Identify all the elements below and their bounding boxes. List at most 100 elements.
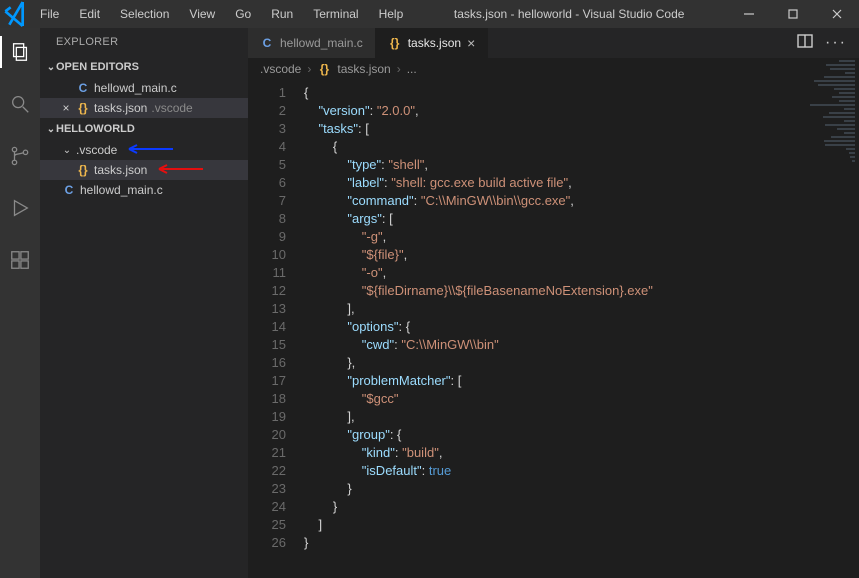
tree-folder[interactable]: ⌄.vscode xyxy=(40,140,248,160)
line-number: 24 xyxy=(248,498,286,516)
code-line[interactable]: "label": "shell: gcc.exe build active fi… xyxy=(304,174,859,192)
split-editor-icon[interactable] xyxy=(797,33,813,54)
minimap[interactable] xyxy=(803,58,855,178)
line-number: 1 xyxy=(248,84,286,102)
line-number: 17 xyxy=(248,372,286,390)
code-line[interactable]: "tasks": [ xyxy=(304,120,859,138)
line-number: 13 xyxy=(248,300,286,318)
open-editor-item[interactable]: ×{}tasks.json .vscode xyxy=(40,98,248,118)
json-file-icon: {} xyxy=(317,62,331,76)
open-editors-label: OPEN EDITORS xyxy=(56,61,139,73)
menu-view[interactable]: View xyxy=(181,3,223,25)
code-line[interactable]: "type": "shell", xyxy=(304,156,859,174)
code-editor[interactable]: 1234567891011121314151617181920212223242… xyxy=(248,80,859,578)
debug-icon[interactable] xyxy=(6,194,34,222)
code-line[interactable]: "-o", xyxy=(304,264,859,282)
code-line[interactable]: } xyxy=(304,534,859,552)
tab-label: tasks.json xyxy=(408,36,461,50)
code-line[interactable]: "${fileDirname}\\${fileBasenameNoExtensi… xyxy=(304,282,859,300)
line-number-gutter: 1234567891011121314151617181920212223242… xyxy=(248,80,296,578)
title-bar: FileEditSelectionViewGoRunTerminalHelp t… xyxy=(0,0,859,28)
line-number: 2 xyxy=(248,102,286,120)
code-line[interactable]: ], xyxy=(304,300,859,318)
tab-label: hellowd_main.c xyxy=(280,36,363,50)
branch-icon[interactable] xyxy=(6,142,34,170)
files-icon[interactable] xyxy=(6,38,34,66)
code-line[interactable]: "group": { xyxy=(304,426,859,444)
line-number: 9 xyxy=(248,228,286,246)
close-icon[interactable]: × xyxy=(60,101,72,115)
json-file-icon: {} xyxy=(388,36,402,50)
code-line[interactable]: ], xyxy=(304,408,859,426)
c-file-icon: C xyxy=(260,36,274,50)
breadcrumb-item[interactable]: ... xyxy=(407,62,417,76)
code-line[interactable]: { xyxy=(304,138,859,156)
tree-file[interactable]: Chellowd_main.c xyxy=(40,180,248,200)
code-line[interactable]: } xyxy=(304,498,859,516)
line-number: 20 xyxy=(248,426,286,444)
code-line[interactable]: "problemMatcher": [ xyxy=(304,372,859,390)
code-line[interactable]: "kind": "build", xyxy=(304,444,859,462)
line-number: 16 xyxy=(248,354,286,372)
code-line[interactable]: "${file}", xyxy=(304,246,859,264)
annotation-arrow-icon xyxy=(151,163,205,177)
vscode-logo-icon xyxy=(0,0,32,30)
code-line[interactable]: ] xyxy=(304,516,859,534)
code-line[interactable]: "args": [ xyxy=(304,210,859,228)
menu-run[interactable]: Run xyxy=(263,3,301,25)
code-line[interactable]: "version": "2.0.0", xyxy=(304,102,859,120)
breadcrumb[interactable]: .vscode›{}tasks.json›... xyxy=(248,58,859,80)
activity-bar xyxy=(0,28,40,578)
line-number: 4 xyxy=(248,138,286,156)
line-number: 3 xyxy=(248,120,286,138)
line-number: 5 xyxy=(248,156,286,174)
code-line[interactable]: "command": "C:\\MinGW\\bin\\gcc.exe", xyxy=(304,192,859,210)
code-content[interactable]: { "version": "2.0.0", "tasks": [ { "type… xyxy=(296,80,859,578)
menu-file[interactable]: File xyxy=(32,3,67,25)
line-number: 14 xyxy=(248,318,286,336)
menu-go[interactable]: Go xyxy=(227,3,259,25)
line-number: 18 xyxy=(248,390,286,408)
line-number: 7 xyxy=(248,192,286,210)
tree-item-label: tasks.json xyxy=(94,163,147,177)
menu-help[interactable]: Help xyxy=(371,3,412,25)
breadcrumb-item[interactable]: tasks.json xyxy=(337,62,390,76)
menu-edit[interactable]: Edit xyxy=(71,3,108,25)
editor-area: Chellowd_main.c {} tasks.json × ··· .vscode… xyxy=(248,28,859,578)
tree-file[interactable]: {}tasks.json xyxy=(40,160,248,180)
chevron-down-icon: ⌄ xyxy=(46,124,56,135)
menu-selection[interactable]: Selection xyxy=(112,3,177,25)
open-editors-header[interactable]: ⌄ OPEN EDITORS xyxy=(40,56,248,78)
json-file-icon: {} xyxy=(76,101,90,115)
open-editor-item[interactable]: Chellowd_main.c xyxy=(40,78,248,98)
line-number: 25 xyxy=(248,516,286,534)
line-number: 12 xyxy=(248,282,286,300)
c-file-icon: C xyxy=(62,183,76,197)
window-restore-button[interactable] xyxy=(771,0,815,28)
menu-terminal[interactable]: Terminal xyxy=(305,3,366,25)
breadcrumb-item[interactable]: .vscode xyxy=(260,62,301,76)
code-line[interactable]: "$gcc" xyxy=(304,390,859,408)
line-number: 8 xyxy=(248,210,286,228)
c-file-icon: C xyxy=(76,81,90,95)
code-line[interactable]: "options": { xyxy=(304,318,859,336)
window-minimize-button[interactable] xyxy=(727,0,771,28)
code-line[interactable]: "cwd": "C:\\MinGW\\bin" xyxy=(304,336,859,354)
code-line[interactable]: "isDefault": true xyxy=(304,462,859,480)
window-close-button[interactable] xyxy=(815,0,859,28)
tree-item-label: .vscode xyxy=(76,143,117,157)
workspace-header[interactable]: ⌄ HELLOWORLD xyxy=(40,118,248,140)
more-actions-icon[interactable]: ··· xyxy=(825,34,847,52)
code-line[interactable]: "-g", xyxy=(304,228,859,246)
extensions-icon[interactable] xyxy=(6,246,34,274)
code-line[interactable]: }, xyxy=(304,354,859,372)
close-icon[interactable]: × xyxy=(467,36,475,50)
tab-bar: Chellowd_main.c {} tasks.json × ··· xyxy=(248,28,859,58)
chevron-right-icon: › xyxy=(397,62,401,76)
annotation-arrow-icon xyxy=(121,143,175,157)
code-line[interactable]: } xyxy=(304,480,859,498)
search-icon[interactable] xyxy=(6,90,34,118)
code-line[interactable]: { xyxy=(304,84,859,102)
editor-tab[interactable]: Chellowd_main.c xyxy=(248,28,376,58)
editor-tab[interactable]: {} tasks.json × xyxy=(376,28,489,58)
